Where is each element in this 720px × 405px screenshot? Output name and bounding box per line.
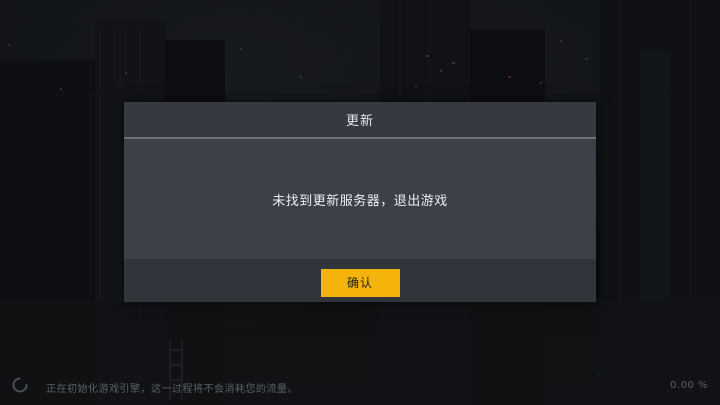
loading-progress-percent: 0.00 %: [670, 380, 708, 391]
dialog-title: 更新: [345, 114, 374, 129]
confirm-button[interactable]: 确认: [320, 268, 400, 297]
game-screen: 更新 未找到更新服务器，退出游戏 确认 正在初始化游戏引擎，这一过程将不会消耗您…: [0, 0, 720, 405]
dialog-header: 更新: [124, 102, 596, 137]
update-dialog: 更新 未找到更新服务器，退出游戏 确认: [124, 102, 596, 302]
dialog-body: 未找到更新服务器，退出游戏: [124, 139, 596, 259]
dialog-footer: 确认: [124, 259, 596, 302]
loading-spinner-icon: [12, 377, 28, 393]
loading-status-text: 正在初始化游戏引擎，这一过程将不会消耗您的流量。: [46, 384, 298, 395]
dialog-message: 未找到更新服务器，退出游戏: [272, 193, 448, 209]
